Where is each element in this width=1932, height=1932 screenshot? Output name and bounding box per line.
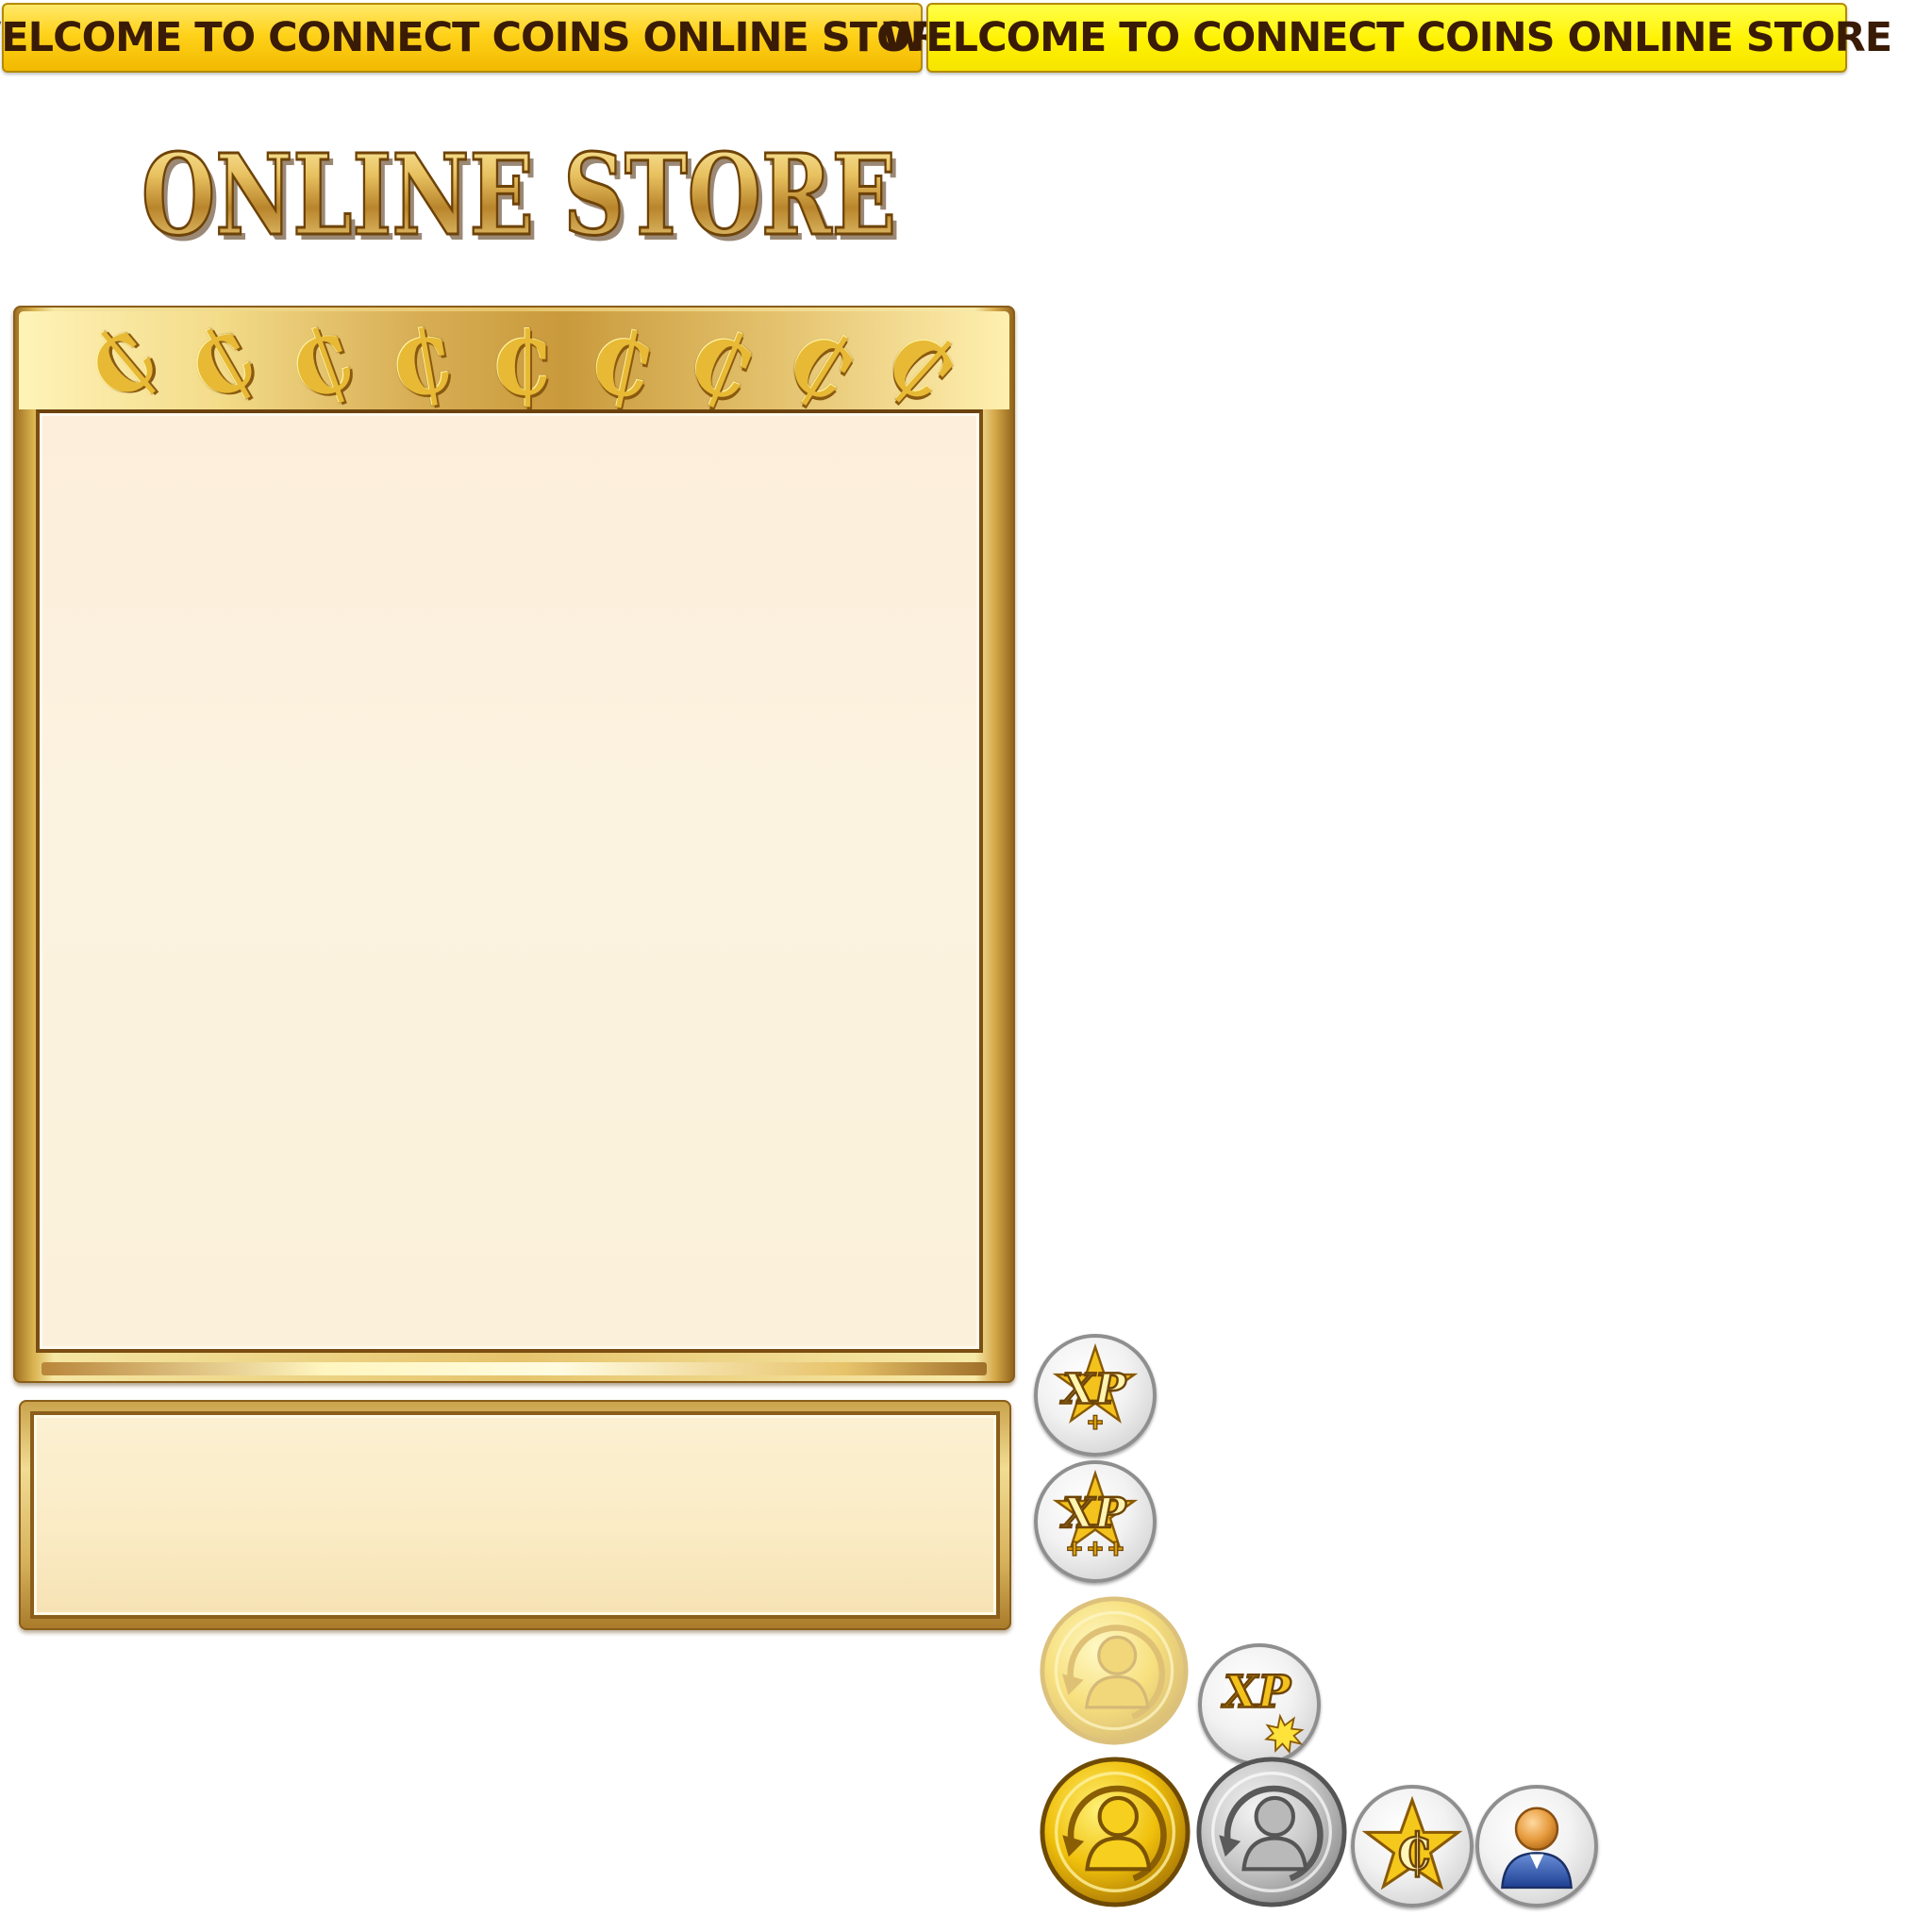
xp-plus-button[interactable]: XP [1034, 1334, 1157, 1457]
cent-coin-icon: ₵ [864, 306, 977, 423]
cent-coin-icon: ₵ [382, 308, 459, 420]
coin-decoration-row: ₵ ₵ ₵ ₵ ₵ ₵ ₵ ₵ ₵ [65, 305, 996, 424]
xp-plus-label: XP [1059, 1366, 1127, 1414]
xp-burst-label: XP [1221, 1665, 1291, 1717]
store-info-area [30, 1411, 1000, 1619]
gold-user-refresh-faded-button[interactable] [1038, 1594, 1191, 1747]
cent-coin-icon: ₵ [490, 313, 551, 415]
xp-burst-button[interactable]: XP [1198, 1643, 1321, 1766]
xp-burst-icon: XP [1220, 1664, 1305, 1755]
panel-bottom-trim [42, 1362, 987, 1375]
store-info-panel [19, 1400, 1011, 1630]
cent-coin-icon: ₵ [674, 305, 768, 424]
user-profile-button[interactable] [1475, 1785, 1598, 1907]
xp-plus-icon: XP [1052, 1342, 1139, 1430]
main-panel-header: ₵ ₵ ₵ ₵ ₵ ₵ ₵ ₵ ₵ [19, 305, 1009, 424]
online-store-logo-text: ONLINE STORE [142, 132, 896, 255]
cent-coin-icon: ₵ [169, 305, 273, 424]
welcome-banner-2: WELCOME TO CONNECT COINS ONLINE STORE [882, 3, 1892, 73]
cent-coin-icon: ₵ [768, 305, 874, 424]
welcome-banner-1-text: WELCOME TO CONNECT COINS ONLINE STORE [0, 14, 968, 61]
coin-star-icon: ₵ [1361, 1795, 1463, 1890]
user-avatar-icon [1501, 1807, 1573, 1890]
welcome-banner-2-text: WELCOME TO CONNECT COINS ONLINE STORE [881, 14, 1892, 61]
store-screen: WELCOME TO CONNECT COINS ONLINE STORE WE… [0, 0, 1932, 1932]
cent-coin-icon: ₵ [275, 306, 367, 423]
gold-user-refresh-button[interactable] [1038, 1755, 1192, 1909]
online-store-logo: ONLINE STORE ONLINE STORE [141, 132, 902, 255]
cent-coin-icon: ₵ [64, 306, 177, 423]
silver-user-refresh-icon [1196, 1757, 1347, 1907]
coin-star-button[interactable]: ₵ [1351, 1785, 1474, 1907]
xp-triple-plus-label: XP [1059, 1490, 1127, 1538]
store-items-area[interactable] [36, 409, 983, 1353]
silver-user-refresh-button[interactable] [1194, 1755, 1349, 1909]
gold-user-refresh-faded-icon [1040, 1596, 1189, 1745]
welcome-banner-1: WELCOME TO CONNECT COINS ONLINE STORE [0, 3, 968, 73]
xp-triple-plus-icon: XP [1052, 1469, 1139, 1557]
xp-triple-plus-button[interactable]: XP [1034, 1460, 1157, 1583]
main-store-panel: ₵ ₵ ₵ ₵ ₵ ₵ ₵ ₵ ₵ [13, 305, 1015, 1383]
coin-star-symbol: ₵ [1396, 1822, 1431, 1881]
cent-coin-icon: ₵ [580, 308, 661, 421]
gold-user-refresh-icon [1040, 1757, 1191, 1907]
